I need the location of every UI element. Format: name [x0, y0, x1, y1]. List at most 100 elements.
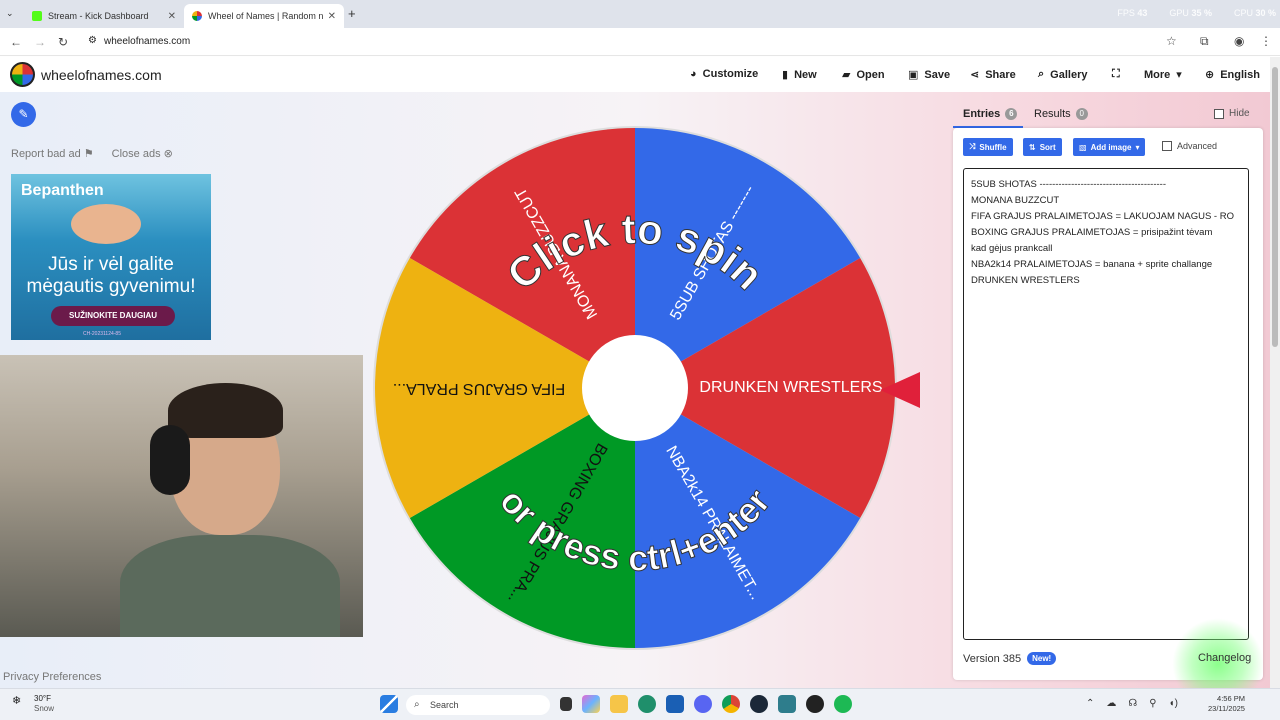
ad-cta-button[interactable]: SUŽINOKITE DAUGIAU: [51, 306, 175, 326]
add-image-button[interactable]: ▧ Add image ▾: [1073, 138, 1146, 156]
file-explorer-icon[interactable]: [610, 695, 628, 713]
customize-button[interactable]: ◕ Customize: [690, 68, 758, 80]
language-button[interactable]: ⊕ English: [1205, 68, 1260, 82]
open-button[interactable]: ▰ Open: [842, 68, 885, 82]
obs-icon[interactable]: [806, 695, 824, 713]
store-icon[interactable]: [666, 695, 684, 713]
hide-checkbox[interactable]: [1214, 108, 1224, 119]
edit-pencil-button[interactable]: ✎: [11, 102, 36, 127]
file-icon: ▮: [782, 69, 789, 81]
steam-icon[interactable]: [750, 695, 768, 713]
forward-icon[interactable]: →: [34, 35, 46, 49]
headset-image: [150, 425, 190, 495]
site-name[interactable]: wheelofnames.com: [41, 67, 162, 83]
wheel[interactable]: MONANA BUZZCUT 5SUB SHOTAS ------- DRUNKEN…: [372, 125, 898, 651]
taskbar-search[interactable]: ⌕ Search: [406, 695, 550, 715]
start-icon[interactable]: [380, 695, 398, 713]
tab-wheel-of-names[interactable]: Wheel of Names | Random nam ✕: [184, 4, 344, 28]
volume-icon[interactable]: ◖): [1169, 698, 1178, 709]
save-button[interactable]: ▣ Save: [908, 68, 950, 82]
changelog-link[interactable]: Changelog: [1198, 652, 1251, 664]
ad-links: Report bad ad ⚑ Close ads ⊗: [11, 147, 173, 160]
page-scrollbar[interactable]: [1270, 57, 1280, 688]
share-button[interactable]: ⋖ Share: [970, 68, 1016, 82]
entry-line: BOXING GRAJUS PRALAIMETOJAS = prisipažin…: [971, 227, 1213, 238]
browser-menu-icon[interactable]: ⋮: [1260, 34, 1272, 48]
privacy-preferences-link[interactable]: Privacy Preferences: [3, 671, 101, 683]
entry-line: FIFA GRAJUS PRALAIMETOJAS = LAKUOJAM NAG…: [971, 211, 1234, 222]
tab-title: Stream - Kick Dashboard: [48, 11, 149, 21]
new-badge: New!: [1027, 652, 1057, 665]
entries-textarea[interactable]: 5SUB SHOTAS ----------------------------…: [963, 168, 1249, 640]
mic-icon[interactable]: ⚲: [1149, 698, 1156, 709]
tab-kick-dashboard[interactable]: Stream - Kick Dashboard ✕: [24, 4, 184, 28]
tab-search-icon[interactable]: ⌄: [6, 8, 14, 19]
back-icon[interactable]: ←: [10, 35, 22, 49]
shuffle-button[interactable]: ⤨ Shuffle: [963, 138, 1013, 156]
close-circle-icon: ⊗: [163, 148, 173, 160]
ad-image: [71, 204, 141, 244]
globe-icon: ⊕: [1205, 69, 1215, 81]
close-ads-link[interactable]: Close ads ⊗: [112, 147, 173, 160]
sort-button[interactable]: ⇅ Sort: [1023, 138, 1062, 156]
flag-icon: ⚑: [83, 148, 94, 160]
reload-icon[interactable]: ↻: [58, 35, 68, 49]
ad-headline: Jūs ir vėl galite mėgautis gyvenimu!: [26, 254, 196, 297]
bookmark-star-icon[interactable]: ☆: [1166, 34, 1177, 48]
tray-overflow-icon[interactable]: ⌃: [1086, 698, 1094, 709]
site-info-icon[interactable]: ⚙: [88, 35, 97, 46]
close-tab-icon[interactable]: ✕: [328, 11, 336, 22]
headset-icon[interactable]: ☊: [1128, 698, 1137, 709]
wheel-segment-label: FIFA GRAJUS PRALA...: [393, 380, 566, 397]
share-icon: ⋖: [970, 69, 980, 81]
snow-icon: ❄: [12, 695, 22, 707]
site-logo[interactable]: [10, 62, 35, 87]
sort-icon: ⇅: [1029, 142, 1036, 152]
palette-icon: ◕: [690, 68, 697, 80]
clock[interactable]: 4:56 PM 23/11/2025: [1208, 694, 1245, 714]
copilot-icon[interactable]: [582, 695, 600, 713]
save-icon: ▣: [908, 69, 919, 81]
system-tray: ⌃ ☁ ☊ ⚲ ◖): [1086, 698, 1178, 709]
app-icon[interactable]: [778, 695, 796, 713]
profile-icon[interactable]: ◉: [1234, 34, 1244, 48]
search-icon: ⌕: [414, 699, 420, 710]
ad-banner[interactable]: Bepanthen Jūs ir vėl galite mėgautis gyv…: [11, 174, 211, 340]
version-info: Version 385 New!: [963, 652, 1057, 665]
shuffle-icon: ⤨: [969, 142, 976, 151]
tab-entries[interactable]: Entries 6: [963, 108, 1018, 120]
edge-icon[interactable]: [638, 695, 656, 713]
more-button[interactable]: More ▾: [1144, 68, 1182, 82]
caret-down-icon: ▾: [1135, 142, 1140, 152]
new-button[interactable]: ▮ New: [782, 68, 817, 82]
wheel-graphic[interactable]: MONANA BUZZCUT 5SUB SHOTAS -------DRUNKEN…: [372, 125, 898, 651]
ad-brand: Bepanthen: [21, 182, 104, 199]
tab-results[interactable]: Results 0: [1034, 108, 1088, 120]
url-field[interactable]: ⚙ wheelofnames.com: [84, 32, 1194, 52]
pinned-apps: [380, 695, 398, 713]
chrome-icon[interactable]: [722, 695, 740, 713]
new-tab-button[interactable]: +: [348, 6, 356, 21]
report-bad-ad-link[interactable]: Report bad ad ⚑: [11, 147, 94, 160]
spotify-icon[interactable]: [834, 695, 852, 713]
wheel-center[interactable]: [582, 335, 688, 441]
advanced-toggle[interactable]: Advanced: [1162, 141, 1217, 151]
discord-icon[interactable]: [694, 695, 712, 713]
webcam-overlay: [0, 355, 363, 637]
advanced-checkbox[interactable]: [1162, 141, 1172, 151]
overlay-stats: FPS 43 GPU 35 % CPU 30 %: [1117, 8, 1276, 18]
cloud-icon[interactable]: ☁: [1106, 698, 1116, 709]
gallery-button[interactable]: ⌕ Gallery: [1038, 68, 1087, 81]
task-view-icon[interactable]: [560, 697, 572, 711]
entry-line: NBA2k14 PRALAIMETOJAS = banana + sprite …: [971, 259, 1213, 270]
tab-title: Wheel of Names | Random nam: [208, 11, 323, 21]
fullscreen-button[interactable]: ⛶: [1112, 68, 1120, 81]
taskbar-apps: [560, 695, 852, 713]
address-bar-row: ← → ↻ ⚙ wheelofnames.com ☆ ⧉ ◉ ⋮: [0, 28, 1280, 56]
url-text: wheelofnames.com: [104, 36, 191, 47]
wheel-icon: [192, 11, 202, 21]
hide-toggle[interactable]: Hide: [1214, 108, 1250, 119]
extensions-icon[interactable]: ⧉: [1200, 34, 1209, 49]
close-tab-icon[interactable]: ✕: [168, 11, 176, 22]
kick-icon: [32, 11, 42, 21]
